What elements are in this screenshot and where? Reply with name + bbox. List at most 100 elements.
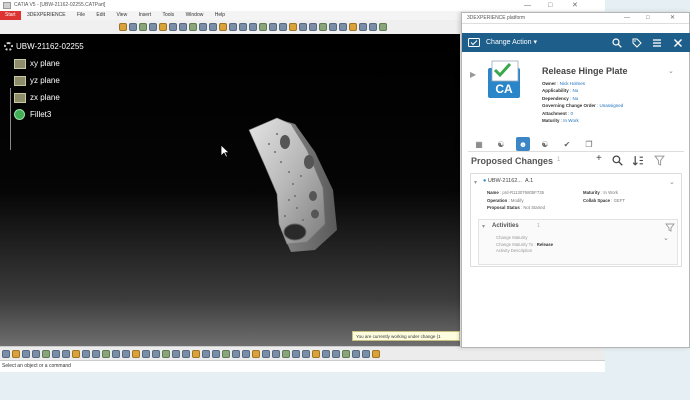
line-icon[interactable] — [249, 23, 257, 31]
proposed-change-card[interactable]: ▾ ● UBW-21162... A.1 ⌄ Name : prd-R11307… — [470, 173, 682, 267]
maturity-link[interactable]: In Work — [563, 118, 578, 123]
fly-mode-icon[interactable] — [122, 349, 130, 358]
fillet-icon[interactable] — [199, 23, 207, 31]
close-icon[interactable] — [673, 38, 683, 48]
minimize-button[interactable]: — — [524, 0, 531, 11]
undo-icon[interactable] — [72, 349, 80, 358]
menu-window[interactable]: Window — [181, 11, 209, 20]
panel-maximize-button[interactable]: □ — [646, 13, 650, 24]
search-icon[interactable] — [612, 38, 622, 48]
open-icon[interactable] — [12, 349, 20, 358]
chevron-down-icon[interactable]: ⌄ — [668, 67, 674, 75]
settings-icon[interactable] — [332, 349, 340, 358]
save-icon[interactable] — [22, 349, 30, 358]
point-icon[interactable] — [269, 23, 277, 31]
design-table-icon[interactable] — [112, 349, 120, 358]
activities-section[interactable]: ▾ Activities 1 Change Maturity Change Ma… — [478, 219, 678, 265]
inertia-icon[interactable] — [312, 349, 320, 358]
shading-icon[interactable] — [202, 349, 210, 358]
measure-icon[interactable] — [319, 23, 327, 31]
analysis-icon[interactable] — [329, 23, 337, 31]
measure-item-icon[interactable] — [302, 349, 310, 358]
panel-close-button[interactable]: ✕ — [670, 13, 675, 24]
tree-item-fillet[interactable]: Fillet3 — [4, 106, 84, 123]
groove-icon[interactable] — [159, 23, 167, 31]
menu-tools[interactable]: Tools — [157, 11, 179, 20]
tree-item-zx-plane[interactable]: zx plane — [4, 89, 84, 106]
owner-link[interactable]: Nick Holmes — [560, 81, 585, 86]
menu-edit[interactable]: Edit — [91, 11, 110, 20]
filter-icon[interactable] — [653, 155, 665, 166]
ground-icon[interactable] — [262, 349, 270, 358]
print-icon[interactable] — [32, 349, 40, 358]
check-icon[interactable] — [322, 349, 330, 358]
swap-visible-icon[interactable] — [222, 349, 230, 358]
whats-this-icon[interactable] — [92, 349, 100, 358]
menu-help[interactable]: Help — [210, 11, 230, 20]
plane-icon[interactable] — [259, 23, 267, 31]
slot-icon[interactable] — [189, 23, 197, 31]
scale-icon[interactable] — [299, 23, 307, 31]
menu-3dexperience[interactable]: 3DEXPERIENCE — [22, 11, 71, 20]
sketch-icon[interactable] — [119, 23, 127, 31]
shell-icon[interactable] — [229, 23, 237, 31]
menu-icon[interactable] — [652, 38, 662, 48]
add-icon[interactable]: + — [596, 153, 602, 166]
fit-all-icon[interactable] — [132, 349, 140, 358]
tab-approval[interactable]: ✔ — [560, 137, 574, 151]
sort-icon[interactable] — [632, 155, 644, 166]
menu-file[interactable]: File — [72, 11, 90, 20]
formula-icon[interactable] — [102, 349, 110, 358]
expand-arrow-icon[interactable]: ▶ — [470, 70, 476, 79]
dependency-link[interactable]: No — [573, 96, 579, 101]
paste-icon[interactable] — [62, 349, 70, 358]
attachment-link[interactable]: 0 — [571, 111, 574, 116]
menu-view[interactable]: View — [111, 11, 132, 20]
snapshot-icon[interactable] — [362, 349, 370, 358]
chevron-down-icon[interactable]: ⌄ — [663, 234, 669, 242]
tag-icon[interactable] — [632, 38, 642, 48]
formula-icon[interactable] — [369, 23, 377, 31]
hide-show-icon[interactable] — [212, 349, 220, 358]
tab-copy[interactable]: ❐ — [582, 137, 596, 151]
shaft-icon[interactable] — [149, 23, 157, 31]
zoom-in-icon[interactable] — [162, 349, 170, 358]
filter-icon[interactable] — [665, 223, 675, 232]
iso-view-icon[interactable] — [192, 349, 200, 358]
tab-proposed-changes[interactable]: ☻ — [516, 137, 530, 151]
material-icon[interactable] — [339, 23, 347, 31]
magnifier-icon[interactable] — [272, 349, 280, 358]
search-icon[interactable] — [612, 155, 623, 166]
report-icon[interactable] — [372, 349, 380, 358]
tab-attributes[interactable]: ▦ — [472, 137, 486, 151]
tree-item-yz-plane[interactable]: yz plane — [4, 72, 84, 89]
redo-icon[interactable] — [82, 349, 90, 358]
normal-view-icon[interactable] — [182, 349, 190, 358]
annotation-icon[interactable] — [349, 23, 357, 31]
governing-change-order-link[interactable]: Unassigned — [600, 103, 624, 108]
update-icon[interactable] — [379, 23, 387, 31]
hinge-plate-3d-model[interactable] — [245, 112, 345, 262]
copy-icon[interactable] — [52, 349, 60, 358]
pocket-icon[interactable] — [139, 23, 147, 31]
measure-between-icon[interactable] — [292, 349, 300, 358]
new-icon[interactable] — [2, 349, 10, 358]
lights-icon[interactable] — [242, 349, 250, 358]
sectioning-icon[interactable] — [282, 349, 290, 358]
macro-icon[interactable] — [352, 349, 360, 358]
tab-tree[interactable]: ☯ — [538, 137, 552, 151]
pattern-icon[interactable] — [289, 23, 297, 31]
draft-icon[interactable] — [219, 23, 227, 31]
collapse-icon[interactable]: ▾ — [482, 223, 490, 230]
pad-icon[interactable] — [129, 23, 137, 31]
close-button[interactable]: ✕ — [572, 0, 578, 11]
tab-members[interactable]: ☯ — [494, 137, 508, 151]
zoom-out-icon[interactable] — [172, 349, 180, 358]
tree-root[interactable]: UBW-21162-02255 — [4, 38, 84, 55]
mirror-icon[interactable] — [279, 23, 287, 31]
change-action-dropdown[interactable]: Change Action ▾ — [486, 33, 537, 52]
boolean-icon[interactable] — [309, 23, 317, 31]
chamfer-icon[interactable] — [209, 23, 217, 31]
depth-icon[interactable] — [252, 349, 260, 358]
chevron-down-icon[interactable]: ⌄ — [669, 178, 675, 186]
